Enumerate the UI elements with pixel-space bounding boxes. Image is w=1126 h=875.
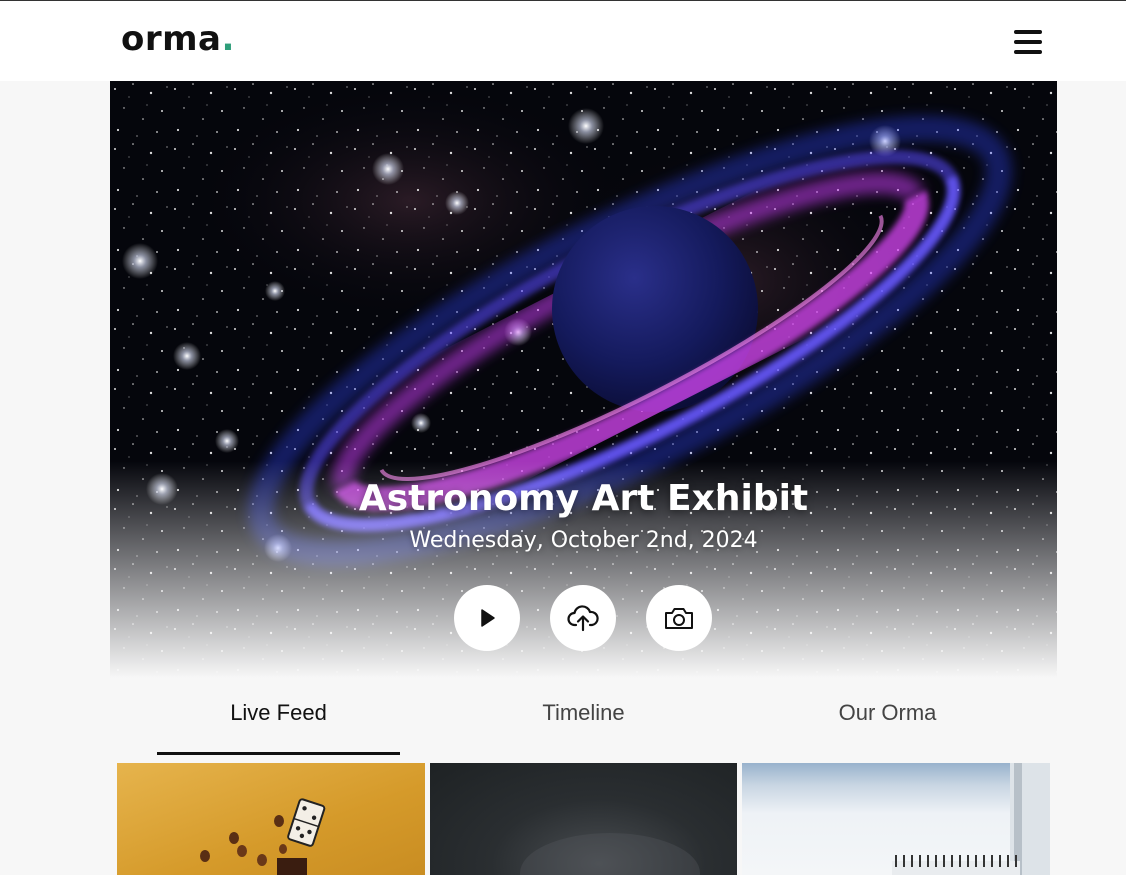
feed-photo-dark bbox=[520, 833, 700, 875]
feed-photo-coffee-dominoes bbox=[200, 798, 326, 875]
upload-cloud-icon bbox=[567, 605, 599, 632]
logo-text: orma bbox=[121, 19, 222, 59]
camera-button[interactable] bbox=[646, 585, 712, 651]
logo-dot: . bbox=[221, 19, 235, 59]
top-bar: orma. bbox=[0, 0, 1126, 81]
tab-our-orma[interactable]: Our Orma bbox=[766, 700, 1009, 740]
event-hero: Astronomy Art Exhibit Wednesday, October… bbox=[110, 81, 1057, 678]
upload-button[interactable] bbox=[550, 585, 616, 651]
feed-photo-notebook bbox=[892, 763, 1050, 875]
event-title: Astronomy Art Exhibit bbox=[358, 478, 809, 519]
feed-photo-tile[interactable] bbox=[430, 763, 737, 875]
camera-icon bbox=[665, 608, 693, 629]
tab-live-feed[interactable]: Live Feed bbox=[157, 700, 400, 740]
play-button[interactable] bbox=[454, 585, 520, 651]
tab-timeline[interactable]: Timeline bbox=[462, 700, 705, 740]
event-date: Wednesday, October 2nd, 2024 bbox=[409, 528, 758, 553]
feed-photo-tile[interactable] bbox=[742, 763, 1050, 875]
tab-bar: Live Feed Timeline Our Orma bbox=[110, 678, 1057, 758]
logo[interactable]: orma. bbox=[121, 19, 235, 59]
active-tab-indicator bbox=[157, 752, 400, 755]
hamburger-menu-icon[interactable] bbox=[1012, 28, 1044, 56]
play-icon bbox=[481, 609, 495, 627]
feed-photo-tile[interactable] bbox=[117, 763, 425, 875]
